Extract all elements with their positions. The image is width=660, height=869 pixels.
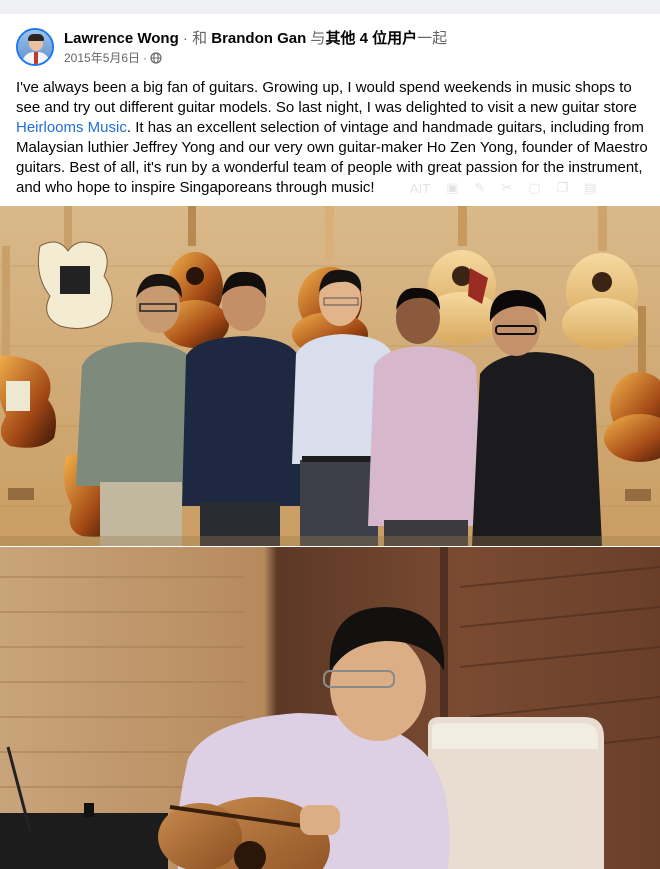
faint-overlay-toolbar: AIT ▣ ✎ ✂ ▢ ❐ ▤ — [410, 179, 650, 197]
post-meta: 2015年5月6日 · — [64, 50, 162, 66]
other-users-link[interactable]: 其他 4 位用户 — [325, 30, 417, 47]
post-date[interactable]: 2015年5月6日 — [64, 50, 140, 66]
globe-icon[interactable] — [150, 52, 162, 64]
author-avatar[interactable] — [16, 28, 54, 66]
together-text: 一起 — [417, 30, 448, 47]
post-author-line: Lawrence Wong · 和 Brandon Gan 与其他 4 位用户一… — [64, 30, 447, 48]
copy-icon: ❐ — [556, 180, 569, 195]
tagged-user-name[interactable]: Brandon Gan — [211, 30, 306, 47]
with-text: 与 — [306, 30, 326, 47]
with-separator: · 和 — [178, 30, 212, 47]
meta-separator: · — [143, 51, 148, 65]
toolbar-glyph: AIT — [410, 180, 431, 196]
post-photo-guitar-player[interactable] — [0, 547, 660, 869]
author-name[interactable]: Lawrence Wong — [64, 30, 179, 47]
top-strip — [0, 0, 660, 14]
image-icon: ▣ — [446, 180, 459, 195]
pen-icon: ✎ — [474, 180, 486, 195]
heirlooms-music-link[interactable]: Heirlooms Music — [16, 119, 127, 136]
facebook-post: Lawrence Wong · 和 Brandon Gan 与其他 4 位用户一… — [0, 0, 660, 869]
post-photo-group[interactable] — [0, 206, 660, 546]
frame-icon: ▢ — [528, 180, 541, 195]
post-body-text-1: I've always been a big fan of guitars. G… — [16, 79, 637, 116]
post-header: Lawrence Wong · 和 Brandon Gan 与其他 4 位用户一… — [16, 26, 646, 70]
window-icon: ▤ — [584, 180, 597, 195]
scissors-icon: ✂ — [501, 180, 513, 195]
